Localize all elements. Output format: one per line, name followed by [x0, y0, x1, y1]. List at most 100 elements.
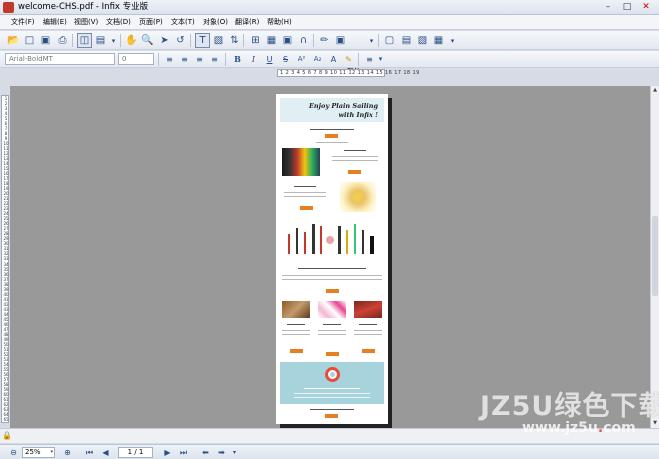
page-text-line	[282, 275, 382, 276]
insert-page-icon[interactable]: ▢	[382, 33, 397, 48]
page-orange-button	[326, 352, 339, 356]
align-center-icon[interactable]: ≡	[177, 52, 192, 67]
zoom-out-icon[interactable]: ⊖	[8, 447, 19, 458]
menu-edit[interactable]: 编辑(E)	[42, 17, 68, 28]
zoom-in-icon[interactable]: ⊕	[62, 447, 73, 458]
toolbar-separator	[190, 34, 191, 47]
forward-view-icon[interactable]: ➡	[216, 447, 227, 458]
format-toolbar: Arial-BoldMT 0 ≡ ≡ ≡ ≡ B I U S A² A₂ A ✎…	[0, 51, 659, 68]
italic-button[interactable]: I	[246, 52, 261, 67]
page-text-line	[359, 324, 377, 325]
bold-button[interactable]: B	[230, 52, 245, 67]
paint-tubes-image	[282, 148, 320, 176]
highlight-icon[interactable]: ✎	[341, 52, 356, 67]
watermark-logo: JZ5U绿色下载 www.jz5u.com	[480, 392, 659, 444]
spacing-dropdown-icon[interactable]: ▾	[373, 52, 388, 67]
open-folder-icon[interactable]: 📂	[6, 33, 21, 48]
align-right-icon[interactable]: ≡	[192, 52, 207, 67]
page-orange-button	[325, 414, 338, 418]
menu-translate[interactable]: 翻译(R)	[234, 17, 260, 28]
page-text-line	[332, 156, 378, 157]
single-page-view-icon[interactable]: ◫	[77, 33, 92, 48]
watermark-text: JZ5U绿色下载	[480, 391, 659, 422]
rotate-icon[interactable]: ↺	[173, 33, 188, 48]
menu-file[interactable]: 文件(F)	[10, 17, 36, 28]
menu-document[interactable]: 文档(D)	[105, 17, 132, 28]
menu-text[interactable]: 文本(T)	[170, 17, 196, 28]
vertical-ruler-number: 65	[3, 416, 9, 422]
page-orange-button	[325, 134, 338, 138]
main-toolbar: 📂 □ ▣ ⎙ ◫ ▤ ▾ ✋ 🔍 ➤ ↺ T ▧ ⇅ ⊞ ▦ ▣ ∩ ✏ ▣ …	[0, 31, 659, 75]
eyedropper-icon[interactable]: ✏	[317, 33, 332, 48]
save-as-icon[interactable]: ▣	[38, 33, 53, 48]
minimize-button[interactable]: –	[599, 1, 617, 13]
subscript-button[interactable]: A₂	[310, 52, 325, 67]
scroll-up-icon[interactable]: ▲	[651, 86, 659, 94]
menu-view[interactable]: 视图(V)	[73, 17, 99, 28]
page-text-line	[284, 192, 326, 193]
zoom-dropdown-icon[interactable]: ▾	[50, 448, 53, 457]
underline-button[interactable]: U	[262, 52, 277, 67]
previous-page-icon[interactable]: ◀	[100, 447, 111, 458]
horizontal-ruler: 1 2 3 4 5 6 7 8 9 10 11 12 13 14 15 16 1…	[277, 69, 419, 77]
text-box-icon[interactable]: ▧	[211, 33, 226, 48]
menu-page[interactable]: 页面(P)	[138, 17, 164, 28]
font-name-select[interactable]: Arial-BoldMT	[5, 53, 115, 65]
page-orange-button	[362, 349, 375, 353]
align-justify-icon[interactable]: ≡	[207, 52, 222, 67]
select-arrow-icon[interactable]: ➤	[157, 33, 172, 48]
page-text-line	[282, 330, 310, 331]
strikethrough-button[interactable]: S	[278, 52, 293, 67]
toolbar-separator	[313, 34, 314, 47]
zoom-select[interactable]: 25% ▾	[22, 447, 55, 458]
page-text-line	[284, 196, 326, 197]
color-dropdown-icon[interactable]: ▾	[364, 34, 379, 49]
page-number-field[interactable]: 1 / 1	[118, 447, 153, 458]
page-text-line	[316, 142, 348, 143]
page-text-line	[282, 279, 382, 280]
superscript-button[interactable]: A²	[294, 52, 309, 67]
last-page-icon[interactable]: ⏭	[178, 447, 189, 458]
font-size-select[interactable]: 0	[118, 53, 154, 65]
align-left-icon[interactable]: ≡	[162, 52, 177, 67]
lock-icon[interactable]: 🔒	[2, 431, 12, 441]
text-tool-icon[interactable]: T	[195, 33, 210, 48]
vertical-scrollbar[interactable]: ▲ ▼	[650, 86, 659, 428]
link-icon[interactable]: ∩	[296, 33, 311, 48]
pdf-page[interactable]: Enjoy Plain Sailing with Infix !	[276, 94, 388, 424]
camera-icon[interactable]: ▣	[280, 33, 295, 48]
crop-icon[interactable]: ⊞	[248, 33, 263, 48]
color-swatch-icon[interactable]: ▣	[333, 33, 348, 48]
text-color-button[interactable]: A	[326, 52, 341, 67]
page-dropdown-icon[interactable]: ▾	[445, 34, 460, 49]
hand-tool-icon[interactable]: ✋	[124, 33, 139, 48]
page-text-line	[318, 330, 346, 331]
page-text-line	[282, 334, 310, 335]
toolbar-separator	[243, 34, 244, 47]
first-page-icon[interactable]: ⏮	[84, 447, 95, 458]
scissors-image	[318, 301, 346, 318]
menu-help[interactable]: 帮助(H)	[266, 17, 293, 28]
zoom-tool-icon[interactable]: 🔍	[140, 33, 155, 48]
image-edit-icon[interactable]: ▦	[264, 33, 279, 48]
layout-dropdown-icon[interactable]: ▾	[106, 34, 121, 49]
delete-page-icon[interactable]: ▧	[415, 33, 430, 48]
next-page-icon[interactable]: ▶	[162, 447, 173, 458]
page-text-line	[354, 330, 382, 331]
save-icon[interactable]: □	[22, 33, 37, 48]
scroll-thumb[interactable]	[652, 216, 658, 296]
text-flow-icon[interactable]: ⇅	[227, 33, 242, 48]
maximize-button[interactable]: □	[618, 1, 636, 13]
extract-page-icon[interactable]: ▤	[399, 33, 414, 48]
close-button[interactable]: ✕	[637, 1, 655, 13]
page-text-line	[354, 334, 382, 335]
page-orange-button	[290, 349, 303, 353]
menu-object[interactable]: 对象(O)	[202, 17, 229, 28]
app-icon	[3, 2, 14, 13]
back-view-icon[interactable]: ⬅	[200, 447, 211, 458]
print-icon[interactable]: ⎙	[55, 33, 70, 48]
zoom-value: 25%	[25, 448, 41, 456]
page-properties-icon[interactable]: ▦	[431, 33, 446, 48]
vertical-ruler: 1 2 3 4 5 6 7 8 9 10 11 12 13 14 15 16 17 18 19 20 21 22 23 24 2…	[1, 95, 9, 423]
view-history-dropdown-icon[interactable]: ▾	[229, 447, 240, 458]
